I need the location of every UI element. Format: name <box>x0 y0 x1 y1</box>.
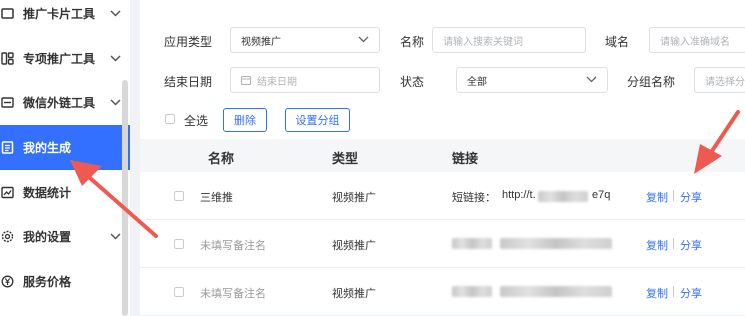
action-divider <box>673 286 674 297</box>
table-row: 未填写备注名 视频推广 复制 分享 <box>140 268 745 316</box>
gear-icon <box>0 230 14 244</box>
share-link[interactable]: 分享 <box>680 237 702 253</box>
annotation-arrow-right <box>694 110 740 174</box>
row-type: 视频推广 <box>332 192 376 204</box>
share-link[interactable]: 分享 <box>680 189 702 205</box>
calendar-icon <box>241 75 251 85</box>
column-header-name: 名称 <box>208 151 235 166</box>
annotation-arrow-left <box>70 160 158 238</box>
domain-input[interactable]: 请输入准确域名 <box>649 27 745 53</box>
link-box-icon <box>0 96 14 110</box>
table-header: 名称 类型 链接 <box>140 139 745 172</box>
main-panel: 应用类型 视频推广 名称 请输入搜索关键词 域名 请输入准确域名 结束日期 结束… <box>140 0 745 316</box>
sidebar-item-special-tools[interactable]: 专项推广工具 <box>0 36 130 81</box>
status-select[interactable]: 全部 <box>456 67 608 93</box>
row-checkbox[interactable] <box>174 239 184 249</box>
sidebar-item-wechat-link-tools[interactable]: 微信外链工具 <box>0 80 130 125</box>
chevron-down-icon <box>586 75 597 86</box>
short-link-prefix: 短链接： <box>452 192 496 204</box>
group-select[interactable]: 请选择分组 <box>694 67 745 93</box>
row-checkbox[interactable] <box>174 191 184 201</box>
redacted-link-part <box>500 286 612 297</box>
app-type-select[interactable]: 视频推广 <box>230 27 380 53</box>
domain-placeholder: 请输入准确域名 <box>660 36 730 48</box>
row-checkbox[interactable] <box>174 287 184 297</box>
end-date-label: 结束日期 <box>164 75 213 89</box>
chart-icon <box>0 186 14 200</box>
table-row: 三维推 视频推广 短链接： http://t. e7q 复制 分享 <box>140 172 745 220</box>
chevron-down-icon <box>358 35 369 46</box>
status-value: 全部 <box>467 76 487 88</box>
end-date-placeholder: 结束日期 <box>257 76 297 88</box>
name-input[interactable]: 请输入搜索关键词 <box>432 27 586 53</box>
sidebar-item-label: 专项推广工具 <box>23 52 96 66</box>
column-header-type: 类型 <box>332 151 359 166</box>
sidebar-item-card-tools[interactable]: 推广卡片工具 <box>0 0 130 36</box>
row-name: 未填写备注名 <box>200 288 266 300</box>
column-header-link: 链接 <box>452 151 479 166</box>
group-placeholder: 请选择分组 <box>705 76 745 88</box>
action-divider <box>673 238 674 249</box>
card-icon <box>0 7 14 21</box>
row-name: 未填写备注名 <box>200 240 266 252</box>
domain-label: 域名 <box>605 35 630 49</box>
row-name: 三维推 <box>200 192 233 204</box>
chevron-down-icon <box>110 55 122 62</box>
chevron-down-icon <box>110 99 122 106</box>
sidebar-item-label: 服务价格 <box>23 275 72 289</box>
redacted-link-part <box>452 238 492 249</box>
row-type: 视频推广 <box>332 240 376 252</box>
copy-link[interactable]: 复制 <box>646 189 668 205</box>
name-placeholder: 请输入搜索关键词 <box>443 36 523 48</box>
app-type-label: 应用类型 <box>164 35 213 49</box>
app-root: 推广卡片工具 专项推广工具 微信外链工具 我的生成 数据统计 我的设置 服务价格… <box>0 0 745 316</box>
status-label: 状态 <box>400 75 425 89</box>
action-divider <box>673 190 674 201</box>
short-link-end: e7q <box>592 189 611 201</box>
delete-button[interactable]: 删除 <box>223 108 267 132</box>
end-date-picker[interactable]: 结束日期 <box>230 67 380 93</box>
set-group-button[interactable]: 设置分组 <box>285 108 350 132</box>
redacted-link-part <box>500 238 612 249</box>
yen-icon <box>0 275 14 289</box>
redacted-link-part <box>538 191 588 202</box>
select-all-label: 全选 <box>184 114 209 128</box>
copy-link[interactable]: 复制 <box>646 285 668 301</box>
sidebar-item-pricing[interactable]: 服务价格 <box>0 259 130 304</box>
table-row: 未填写备注名 视频推广 复制 分享 <box>140 220 745 268</box>
share-link[interactable]: 分享 <box>680 285 702 301</box>
redacted-link-part <box>452 286 492 297</box>
group-label: 分组名称 <box>627 75 676 89</box>
grid-icon <box>0 52 14 66</box>
app-type-value: 视频推广 <box>241 36 281 48</box>
chevron-down-icon <box>110 10 122 17</box>
sidebar-item-label: 推广卡片工具 <box>23 7 96 21</box>
document-icon <box>0 141 14 155</box>
short-link-start: http://t. <box>502 189 536 201</box>
select-all-checkbox[interactable] <box>165 114 175 124</box>
sidebar-item-label: 微信外链工具 <box>23 96 96 110</box>
name-label: 名称 <box>400 35 425 49</box>
copy-link[interactable]: 复制 <box>646 237 668 253</box>
row-type: 视频推广 <box>332 288 376 300</box>
